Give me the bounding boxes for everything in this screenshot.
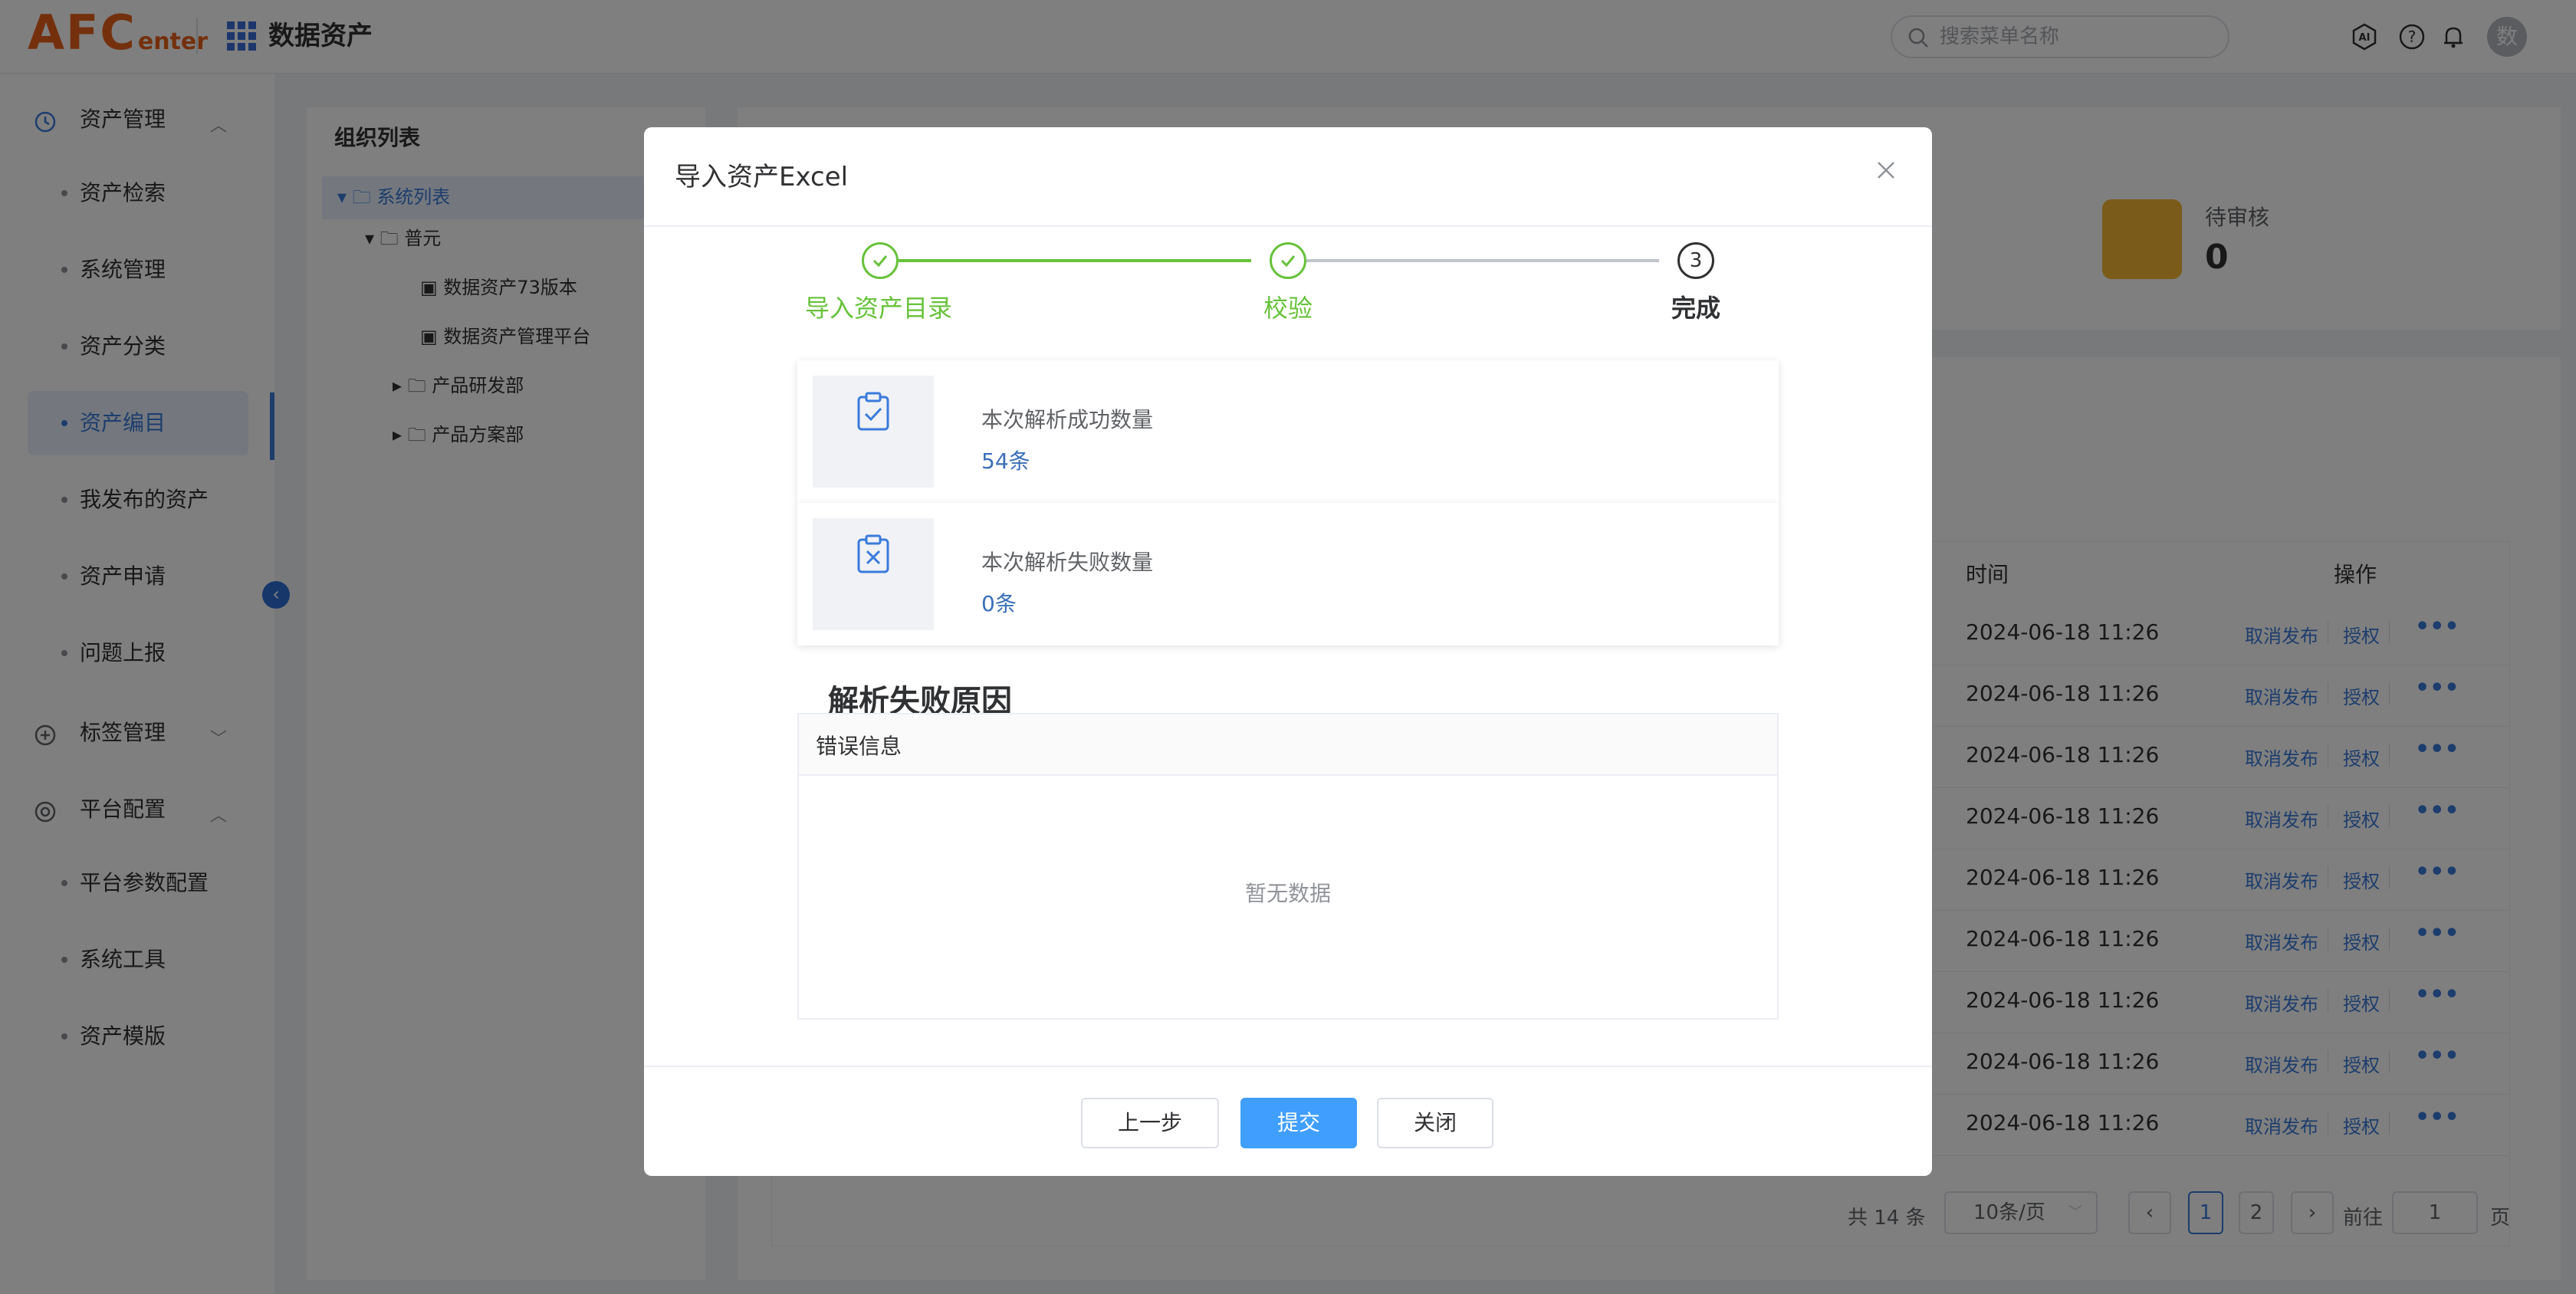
failure-count-value: 0条 <box>981 591 1017 616</box>
submit-button[interactable]: 提交 <box>1240 1098 1357 1148</box>
step-3-indicator: 3 <box>1677 242 1714 279</box>
prev-step-button[interactable]: 上一步 <box>1081 1098 1219 1148</box>
card-icon-box <box>813 376 934 488</box>
dialog-footer-divider <box>644 1066 1932 1067</box>
clipboard-check-icon <box>857 392 889 431</box>
column-header-error: 错误信息 <box>816 734 902 759</box>
dialog-title: 导入资产Excel <box>675 162 849 192</box>
card-icon-box <box>813 518 934 630</box>
close-icon[interactable] <box>1871 155 1901 186</box>
step-1-label: 导入资产目录 <box>805 294 953 323</box>
empty-state-text: 暂无数据 <box>1244 881 1331 906</box>
check-icon <box>1280 255 1296 268</box>
parse-failure-card: 本次解析失败数量 0条 <box>797 503 1779 645</box>
step-1-indicator <box>862 242 899 279</box>
check-icon <box>872 255 888 268</box>
step-connector-1 <box>880 259 1251 262</box>
success-count-label: 本次解析成功数量 <box>981 407 1154 432</box>
step-2-indicator <box>1270 242 1306 279</box>
step-2-label: 校验 <box>1263 294 1313 323</box>
import-excel-dialog: 导入资产Excel 3 导入资产目录 校验 完成 本次解析成功数量 54条 本次… <box>644 127 1932 1176</box>
parse-success-card: 本次解析成功数量 54条 <box>797 360 1779 503</box>
dialog-header-divider <box>644 225 1932 227</box>
step-3-label: 完成 <box>1671 294 1721 323</box>
error-table-header: 错误信息 <box>799 714 1777 776</box>
step-connector-2 <box>1288 259 1659 262</box>
failure-count-label: 本次解析失败数量 <box>981 550 1154 575</box>
clipboard-x-icon <box>857 534 889 573</box>
error-table: 错误信息 暂无数据 <box>797 713 1779 1020</box>
success-count-value: 54条 <box>981 448 1030 474</box>
close-button[interactable]: 关闭 <box>1377 1098 1493 1148</box>
